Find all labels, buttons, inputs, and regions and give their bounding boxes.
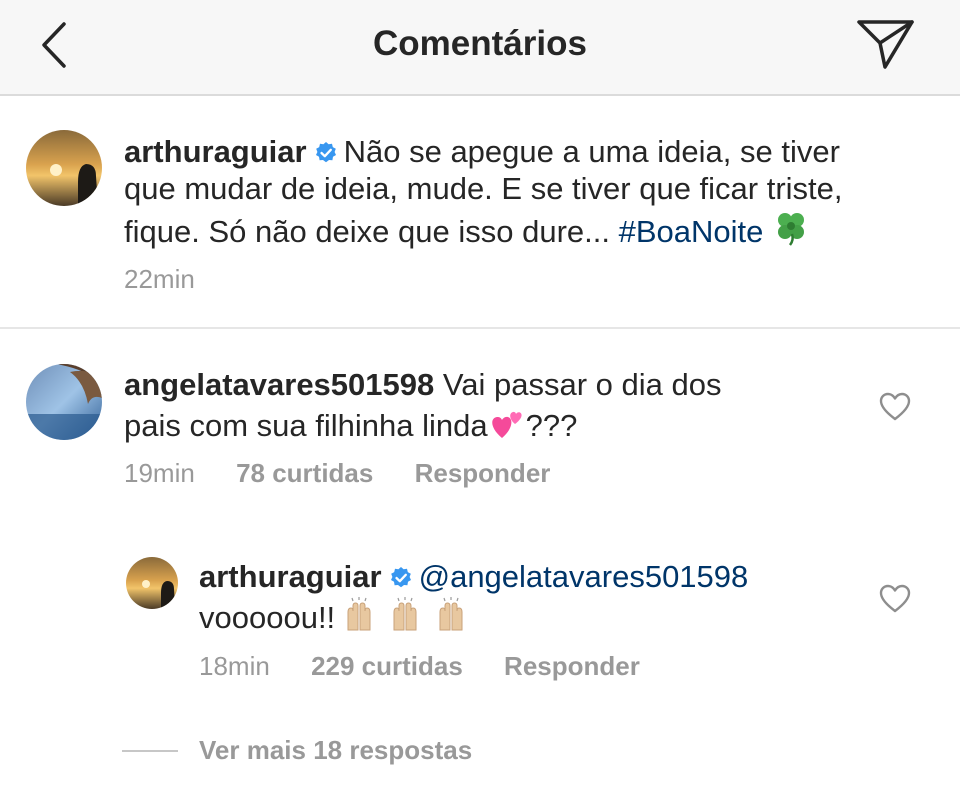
reply-line-1: arthuraguiar @angelatavares501598 bbox=[199, 559, 748, 595]
header: Comentários bbox=[0, 0, 960, 96]
comment-text: ??? bbox=[525, 408, 578, 443]
caption-line-1: arthuraguiar Não se apegue a uma ideia, s… bbox=[124, 134, 840, 170]
comment-timestamp: 19min bbox=[124, 458, 195, 488]
four-leaf-clover-icon bbox=[778, 213, 805, 246]
hashtag-link[interactable]: #BoaNoite bbox=[619, 214, 764, 249]
avatar[interactable] bbox=[126, 557, 178, 609]
caption-line-2: que mudar de ideia, mude. E se tiver que… bbox=[124, 171, 843, 206]
comment-meta: 19min 78 curtidas Responder bbox=[124, 458, 550, 488]
verified-badge-icon bbox=[315, 142, 336, 163]
raising-hands-icon bbox=[347, 597, 463, 631]
comment-text: pais com sua filhinha linda bbox=[124, 408, 488, 443]
likes-count[interactable]: 78 curtidas bbox=[236, 458, 373, 488]
like-button[interactable] bbox=[879, 584, 911, 619]
username[interactable]: arthuraguiar bbox=[124, 134, 307, 169]
likes-count[interactable]: 229 curtidas bbox=[311, 651, 463, 681]
view-more-replies[interactable]: Ver mais 18 respostas bbox=[199, 735, 472, 765]
comment-text: vooooou!! bbox=[199, 600, 336, 635]
avatar[interactable] bbox=[26, 130, 102, 206]
avatar[interactable] bbox=[26, 364, 102, 440]
divider bbox=[0, 327, 960, 329]
view-more-divider bbox=[122, 750, 178, 752]
comment-text: Vai passar o dia dos bbox=[442, 367, 722, 402]
page-title: Comentários bbox=[373, 24, 587, 63]
mention-link[interactable]: @angelatavares501598 bbox=[419, 559, 749, 594]
caption-line-3: fique. Só não deixe que isso dure... #Bo… bbox=[124, 208, 810, 250]
view-more-label[interactable]: Ver mais 18 respostas bbox=[199, 735, 472, 765]
paper-plane-icon bbox=[857, 20, 914, 69]
two-hearts-icon bbox=[491, 411, 522, 438]
reply-button[interactable]: Responder bbox=[504, 651, 640, 681]
caption-text: Não se apegue a uma ideia, se tiver bbox=[343, 134, 840, 169]
reply-line-2: vooooou!! bbox=[199, 596, 482, 636]
heart-icon bbox=[879, 584, 911, 613]
caption-text: fique. Só não deixe que isso dure... bbox=[124, 214, 610, 249]
share-button[interactable] bbox=[855, 17, 917, 73]
reply-button[interactable]: Responder bbox=[415, 458, 551, 488]
heart-icon bbox=[879, 392, 911, 421]
comment-timestamp: 18min bbox=[199, 651, 270, 681]
comment-line-1: angelatavares501598 Vai passar o dia dos bbox=[124, 367, 721, 403]
comment-line-2: pais com sua filhinha linda??? bbox=[124, 404, 577, 444]
comment-meta: 18min 229 curtidas Responder bbox=[199, 651, 640, 681]
username[interactable]: arthuraguiar bbox=[199, 559, 382, 594]
username[interactable]: angelatavares501598 bbox=[124, 367, 434, 402]
like-button[interactable] bbox=[879, 392, 911, 427]
caption-timestamp: 22min bbox=[124, 264, 195, 294]
verified-badge-icon bbox=[390, 567, 411, 588]
